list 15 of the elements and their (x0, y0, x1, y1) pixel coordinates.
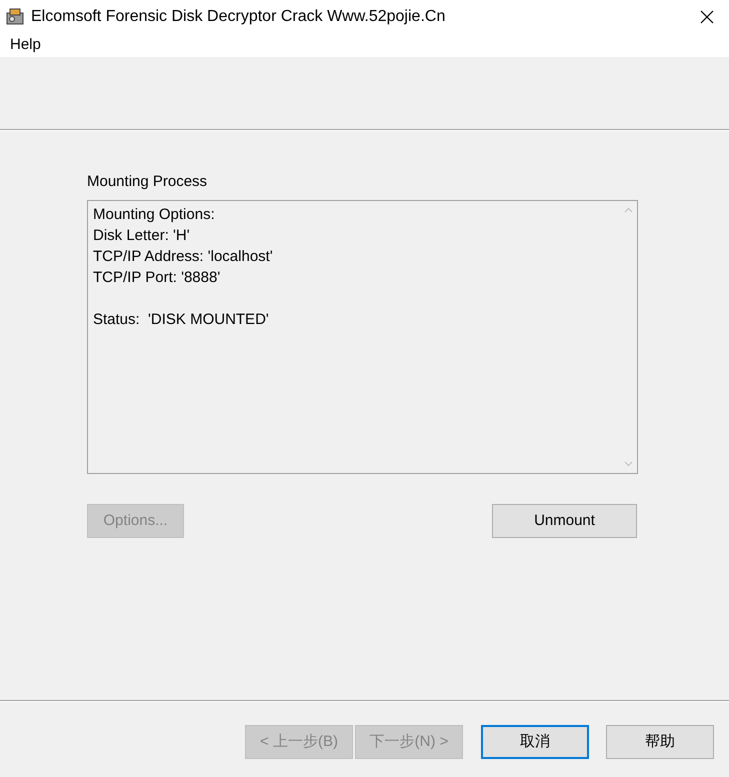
app-icon (5, 6, 25, 26)
unmount-button[interactable]: Unmount (492, 504, 637, 538)
log-line: TCP/IP Address: 'localhost' (93, 247, 274, 267)
menu-item[interactable]: Help (10, 34, 41, 56)
log-line: Disk Letter: 'H' (93, 226, 191, 246)
log-line: Mounting Options: (93, 205, 216, 225)
wizard-button[interactable]: 取消 (481, 725, 589, 759)
window-title: Elcomsoft Forensic Disk Decryptor Crack Www.52pojie.Cn (31, 6, 446, 26)
log-line: TCP/IP Port: '8888' (93, 268, 222, 288)
wizard-button[interactable]: 帮助 (606, 725, 714, 759)
section-label: Mounting Process (87, 172, 208, 191)
close-icon[interactable] (700, 10, 714, 24)
scroll-up-icon[interactable] (624, 207, 633, 213)
scroll-down-icon[interactable] (624, 461, 633, 467)
log-line: Status: 'DISK MOUNTED' (93, 310, 270, 330)
